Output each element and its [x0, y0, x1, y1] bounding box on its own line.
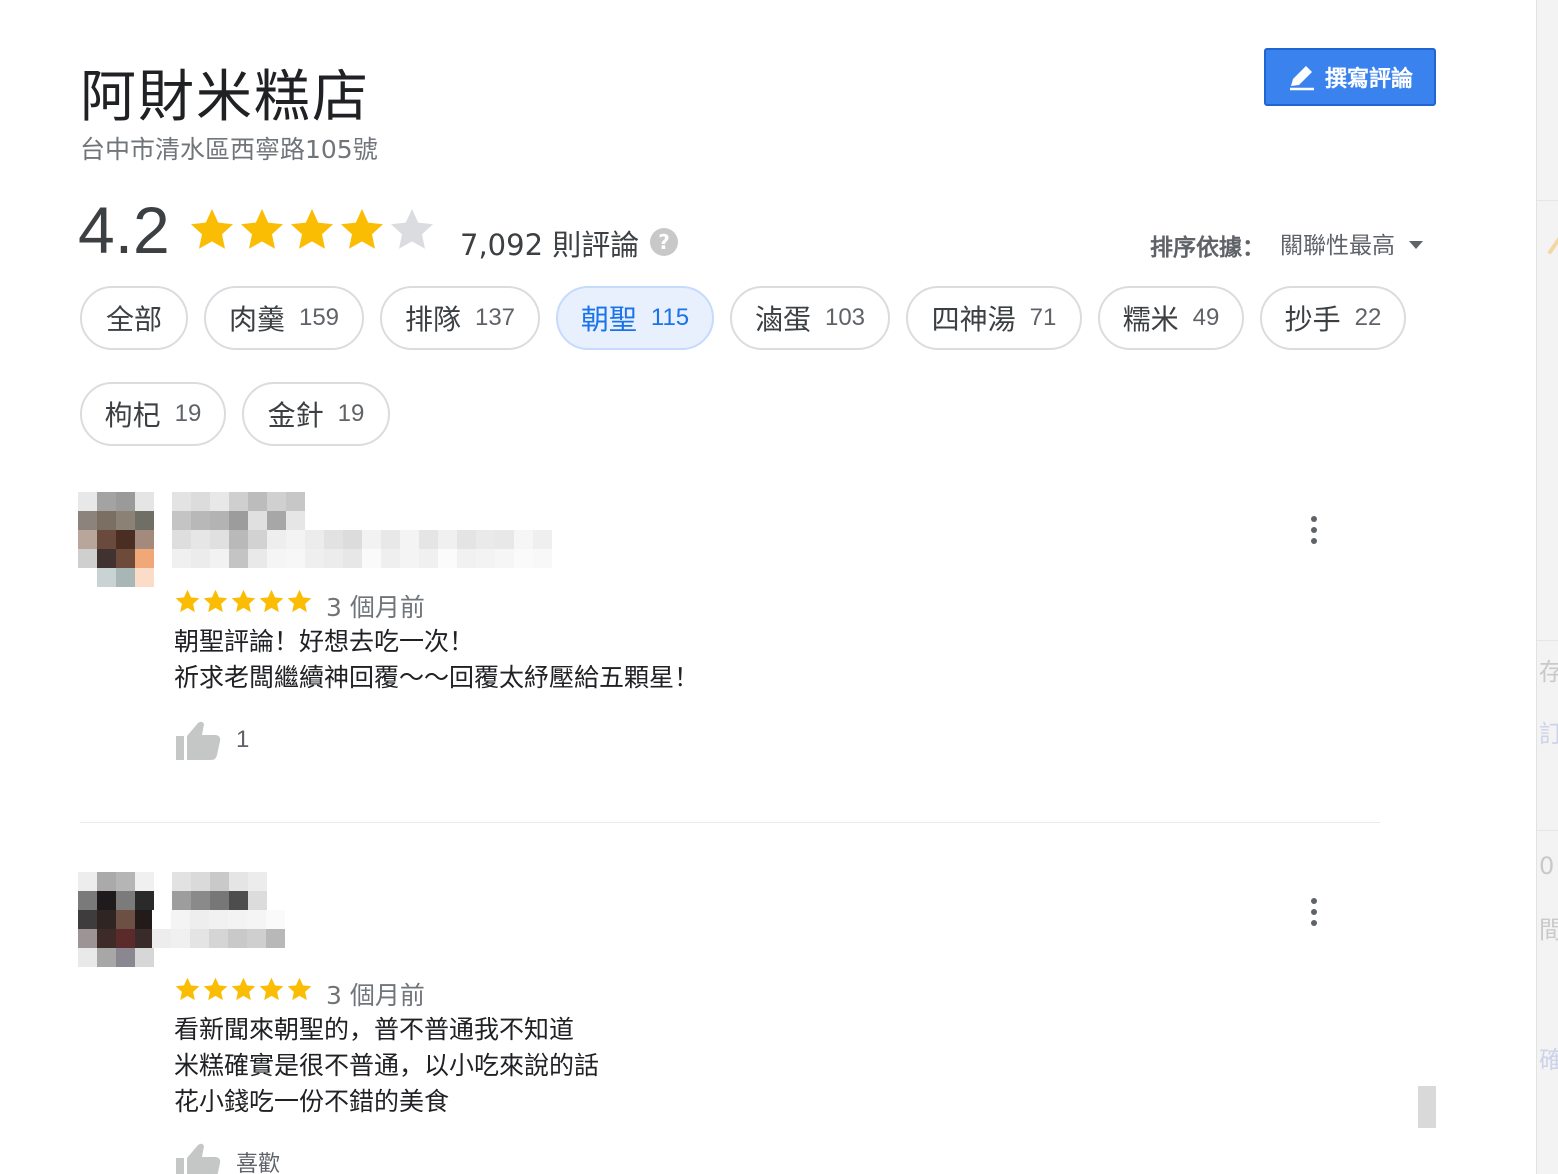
chip-count: 49: [1192, 304, 1220, 331]
topic-chip[interactable]: 排隊 137: [380, 286, 540, 350]
star-filled-icon: [258, 588, 285, 619]
review-text: 朝聖評論！好想去吃一次！ 祈求老闆繼續神回覆～～回覆太紓壓給五顆星！: [174, 624, 699, 696]
star-filled-icon: [238, 206, 286, 258]
average-rating-stars: [188, 206, 436, 258]
review-time: 3 個月前: [326, 593, 425, 622]
like-button[interactable]: 喜歡: [174, 1142, 280, 1174]
chip-label: 滷蛋: [754, 303, 811, 336]
reviewer-name[interactable]: [172, 872, 267, 910]
reviewer-stats: [172, 530, 552, 568]
write-review-label: 撰寫評論: [1324, 67, 1413, 92]
map-label: 間: [1539, 910, 1558, 945]
question-mark-icon[interactable]: ?: [650, 228, 678, 256]
chip-label: 枸杞: [104, 399, 161, 432]
chip-label: 排隊: [404, 303, 461, 336]
map-road: [1547, 229, 1558, 255]
chip-label: 肉羹: [228, 303, 285, 336]
star-empty-icon: [388, 206, 436, 258]
chip-label: 金針: [267, 399, 324, 432]
review-time: 3 個月前: [326, 981, 425, 1010]
star-filled-icon: [202, 588, 229, 619]
topic-chip-selected[interactable]: 朝聖 115: [556, 286, 714, 350]
topic-chip[interactable]: 四神湯 71: [906, 286, 1082, 350]
reviewer-stats: [152, 910, 285, 948]
avatar[interactable]: [78, 492, 154, 587]
sort-value: 關聯性最高: [1280, 233, 1395, 259]
star-filled-icon: [174, 588, 201, 619]
review-line: 米糕確實是很不普通，以小吃來說的話: [174, 1051, 600, 1080]
more-options-icon[interactable]: [1308, 516, 1320, 550]
star-filled-icon: [230, 976, 257, 1007]
like-count: 1: [236, 726, 250, 753]
review-line: 朝聖評論！好想去吃一次！: [174, 627, 475, 656]
star-filled-icon: [286, 588, 313, 619]
place-title: 阿財米糕店: [80, 65, 370, 130]
sort-dropdown[interactable]: 關聯性最高: [1280, 226, 1423, 260]
chip-label: 抄手: [1284, 303, 1341, 336]
review-line: 祈求老闆繼續神回覆～～回覆太紓壓給五顆星！: [174, 663, 700, 692]
chip-label: 朝聖: [580, 303, 637, 336]
star-filled-icon: [174, 976, 201, 1007]
topic-chip[interactable]: 金針 19: [242, 382, 390, 446]
reviews-panel: 存 訂 0 間 確 阿財米糕店 台中市清水區西寧路105號 撰寫評論 4.2 7…: [0, 0, 1558, 1174]
topic-chip[interactable]: 抄手 22: [1260, 286, 1406, 350]
write-review-button[interactable]: 撰寫評論: [1264, 48, 1436, 106]
review-line: 花小錢吃一份不錯的美食: [174, 1087, 450, 1116]
chip-label: 全部: [105, 303, 162, 336]
star-filled-icon: [202, 976, 229, 1007]
chip-count: 137: [474, 304, 516, 331]
topic-chip[interactable]: 滷蛋 103: [730, 286, 890, 350]
more-options-icon[interactable]: [1308, 898, 1320, 932]
review-count[interactable]: 7,092 則評論: [460, 222, 639, 264]
average-rating: 4.2: [78, 193, 170, 267]
star-filled-icon: [288, 206, 336, 258]
place-address: 台中市清水區西寧路105號: [80, 135, 378, 164]
topic-chip-all[interactable]: 全部: [80, 286, 188, 350]
avatar[interactable]: [78, 872, 154, 967]
reviewer-name[interactable]: [172, 492, 305, 530]
topic-chip[interactable]: 肉羹 159: [204, 286, 364, 350]
chip-count: 19: [174, 400, 202, 427]
thumbs-up-icon: [176, 1143, 221, 1174]
topic-chip[interactable]: 枸杞 19: [80, 382, 226, 446]
review-stars: [174, 976, 313, 1007]
map-label: 確: [1539, 1040, 1558, 1075]
pencil-icon: [1289, 66, 1314, 91]
map-label: 0: [1539, 852, 1555, 880]
chip-label: 四神湯: [931, 303, 1016, 336]
map-label: 訂: [1539, 714, 1558, 749]
map-label: 存: [1539, 652, 1558, 687]
review-text: 看新聞來朝聖的，普不普通我不知道 米糕確實是很不普通，以小吃來說的話 花小錢吃一…: [174, 1012, 599, 1120]
chip-label: 糯米: [1122, 303, 1179, 336]
star-filled-icon: [338, 206, 386, 258]
review-line: 看新聞來朝聖的，普不普通我不知道: [174, 1015, 575, 1044]
map-edge[interactable]: 存 訂 0 間 確: [1536, 0, 1558, 1174]
thumbs-up-icon: [176, 721, 221, 760]
sort-label: 排序依據：: [1150, 235, 1265, 261]
like-label: 喜歡: [236, 1152, 281, 1174]
chip-count: 71: [1029, 304, 1057, 331]
review-stars: [174, 588, 313, 619]
star-filled-icon: [188, 206, 236, 258]
star-filled-icon: [286, 976, 313, 1007]
scrollbar-thumb[interactable]: [1418, 1086, 1436, 1128]
like-button[interactable]: 1: [174, 720, 249, 760]
chip-count: 103: [824, 304, 866, 331]
review-divider: [80, 822, 1380, 823]
chip-count: 19: [337, 400, 365, 427]
star-filled-icon: [230, 588, 257, 619]
chip-count: 159: [298, 304, 340, 331]
star-filled-icon: [258, 976, 285, 1007]
chip-count: 115: [650, 304, 690, 331]
chip-count: 22: [1354, 304, 1382, 331]
caret-down-icon: [1409, 241, 1423, 249]
topic-chip[interactable]: 糯米 49: [1098, 286, 1244, 350]
